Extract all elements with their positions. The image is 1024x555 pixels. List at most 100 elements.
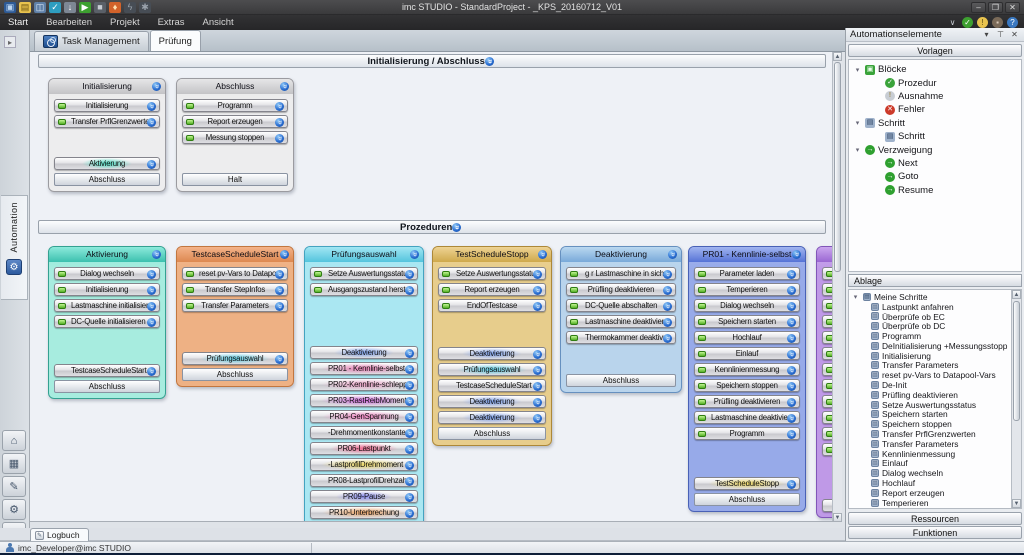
step-button-pr01-kennlinie-selbst[interactable]: PR01 - Kennlinie-selbst» xyxy=(310,362,418,375)
block-pr01-kennlinie-selbst[interactable]: PR01 - Kennlinie-selbst»Parameter laden»… xyxy=(688,246,806,512)
chevron-down-icon[interactable]: » xyxy=(152,250,161,259)
tree-node-kennlinienmessung[interactable]: ▤Kennlinienmessung xyxy=(849,449,1011,459)
block-footer[interactable]: Abschluss xyxy=(182,368,288,381)
step-button-report-erzeugen[interactable]: Report erzeugen» xyxy=(438,283,546,296)
chevron-down-icon[interactable]: » xyxy=(792,250,801,259)
tree-node-prüfling-deaktivieren[interactable]: ▤Prüfling deaktivieren xyxy=(849,390,1011,400)
tree-node-setze-auswertungsstatus[interactable]: ▤Setze Auswertungsstatus xyxy=(849,400,1011,410)
chevron-down-icon[interactable]: » xyxy=(787,318,796,327)
step-button-pr08-lastprofildrehzahl[interactable]: PR08-LastprofilDrehzahl» xyxy=(310,474,418,487)
setup-icon[interactable]: ✎ xyxy=(2,476,26,497)
step-button-setze-auswertungsstatus[interactable]: Setze Auswertungsstatus» xyxy=(438,267,546,280)
chevron-down-icon[interactable]: » xyxy=(787,414,796,423)
chevron-down-icon[interactable]: » xyxy=(147,302,156,311)
step-button-programm[interactable]: Programm» xyxy=(694,427,800,440)
chevron-down-icon[interactable]: » xyxy=(152,82,161,91)
tree-node-meine-schritte[interactable]: ▾▤Meine Schritte xyxy=(849,292,1011,302)
chevron-down-icon[interactable]: » xyxy=(147,367,156,376)
tree-node-thermokammer-deaktivieren[interactable]: ▤Thermokammer deaktivieren xyxy=(849,508,1011,509)
chevron-down-icon[interactable]: » xyxy=(533,302,542,311)
step-button-transfer-prflgrenzwerten[interactable]: Transfer PrflGrenzwerten» xyxy=(54,115,160,128)
tree-node-blöcke[interactable]: ▾▣Blöcke xyxy=(849,63,1021,76)
block-header[interactable]: Aktivierung» xyxy=(49,247,165,262)
tree-node-lastpunkt-anfahren[interactable]: ▤Lastpunkt anfahren xyxy=(849,302,1011,312)
block-header[interactable]: Abschluss» xyxy=(177,79,293,94)
chevron-down-icon[interactable]: » xyxy=(533,414,542,423)
chevron-down-icon[interactable]: » xyxy=(275,355,284,364)
chevron-down-icon[interactable]: » xyxy=(275,302,284,311)
menu-ansicht[interactable]: Ansicht xyxy=(194,15,243,30)
step-button-lastprofildrehmoment[interactable]: -LastprofilDrehmoment» xyxy=(310,458,418,471)
vorlagen-header[interactable]: Vorlagen xyxy=(848,44,1022,57)
chevron-down-icon[interactable]: » xyxy=(275,118,284,127)
chevron-down-icon[interactable]: » xyxy=(275,102,284,111)
collapse-chevron-icon[interactable]: » xyxy=(452,223,461,232)
open-folder-icon[interactable]: ▤ xyxy=(19,2,31,13)
chevron-down-icon[interactable]: » xyxy=(405,365,414,374)
tree-node-deinitialisierung-messungsstopp[interactable]: ▤DeInitialisierung +Messungsstopp xyxy=(849,341,1011,351)
step-button-pr04-genspannung[interactable]: PR04-GenSpannung» xyxy=(310,410,418,423)
stop-icon[interactable]: ■ xyxy=(94,2,106,13)
tree-node-transfer-prflgrenzwerten[interactable]: ▤Transfer PrflGrenzwerten xyxy=(849,429,1011,439)
chevron-down-icon[interactable]: » xyxy=(405,349,414,358)
chevron-down-icon[interactable]: » xyxy=(787,366,796,375)
step-button-initialisierung[interactable]: Initialisierung» xyxy=(54,99,160,112)
tree-node-einlauf[interactable]: ▤Einlauf xyxy=(849,459,1011,469)
step-button-deaktivierung[interactable]: Deaktivierung» xyxy=(438,347,546,360)
chevron-down-icon[interactable]: » xyxy=(533,398,542,407)
step-button-testschedulestopp[interactable]: TestScheduleStopp» xyxy=(694,477,800,490)
settings-icon[interactable]: ✱ xyxy=(139,2,151,13)
tab-pruefung[interactable]: Prüfung xyxy=(150,30,201,51)
step-button-transfer-parameters[interactable]: Transfer Parameters» xyxy=(182,299,288,312)
tree-node-ausnahme[interactable]: !Ausnahme xyxy=(849,90,1021,103)
chevron-down-icon[interactable]: » xyxy=(405,461,414,470)
validate-icon[interactable]: ✓ xyxy=(962,17,973,28)
chevron-down-icon[interactable]: » xyxy=(280,250,289,259)
block-testschedulestopp[interactable]: TestScheduleStopp»Setze Auswertungsstatu… xyxy=(432,246,552,446)
import-icon[interactable]: ↓ xyxy=(64,2,76,13)
chevron-down-icon[interactable]: » xyxy=(405,413,414,422)
sidebar-tab-automation[interactable]: Automation ⚙ xyxy=(1,195,28,300)
chevron-down-icon[interactable]: » xyxy=(405,397,414,406)
step-button-parameter-laden[interactable]: Parameter laden» xyxy=(694,267,800,280)
ressourcen-button[interactable]: Ressourcen xyxy=(848,512,1022,525)
step-button-drehmomentkonstante[interactable]: -Drehmomentkonstante» xyxy=(310,426,418,439)
section-header-initialisierung-abschluss[interactable]: Initialisierung / Abschluss » xyxy=(38,54,826,68)
block-footer[interactable]: Abschluss xyxy=(694,493,800,506)
tree-node-speichern-starten[interactable]: ▤Speichern starten xyxy=(849,410,1011,420)
pin-icon[interactable]: ⊤ xyxy=(995,29,1006,40)
chevron-down-icon[interactable]: ∨ xyxy=(947,17,958,28)
close-icon[interactable]: ✕ xyxy=(1009,29,1020,40)
menu-projekt[interactable]: Projekt xyxy=(101,15,149,30)
panel-icon[interactable]: ▦ xyxy=(2,453,26,474)
tree-node-schritt[interactable]: ▤Schritt xyxy=(849,130,1021,143)
step-button-aktivierung[interactable]: Aktivierung» xyxy=(54,157,160,170)
step-button-setze-auswertungsstatus[interactable]: Setze Auswertungsstatus» xyxy=(310,267,418,280)
chevron-down-icon[interactable]: » xyxy=(275,270,284,279)
tree-node-speichern-stoppen[interactable]: ▤Speichern stoppen xyxy=(849,419,1011,429)
step-button-prüfling-deaktivieren[interactable]: Prüfling deaktivieren» xyxy=(694,395,800,408)
chevron-down-icon[interactable]: ▾ xyxy=(981,29,992,40)
block-aktivierung[interactable]: Aktivierung»Dialog wechseln»Initialisier… xyxy=(48,246,166,399)
tree-node-fehler[interactable]: ✕Fehler xyxy=(849,103,1021,116)
step-button-lastmaschine-deaktivieren[interactable]: Lastmaschine deaktivieren» xyxy=(566,315,676,328)
block-prüfungsauswahl[interactable]: Prüfungsauswahl» Setze Auswertungsstatus»… xyxy=(304,246,424,522)
chevron-down-icon[interactable]: » xyxy=(787,480,796,489)
block-deaktivierung[interactable]: Deaktivierung»g r Lastmaschine in sicher… xyxy=(560,246,682,393)
tab-task-management[interactable]: Task Management xyxy=(34,31,149,51)
block-header[interactable]: TestcaseScheduleStart» xyxy=(177,247,293,262)
chevron-down-icon[interactable]: » xyxy=(410,250,419,259)
lightning-icon[interactable]: ϟ xyxy=(124,2,136,13)
block-footer[interactable]: Abschluss xyxy=(54,380,160,393)
block-initialisierung[interactable]: Initialisierung»Initialisierung»Transfer… xyxy=(48,78,166,192)
tree-node-de-init[interactable]: ▤De-Init xyxy=(849,380,1011,390)
block-footer[interactable]: Abschluss xyxy=(438,427,546,440)
chevron-down-icon[interactable]: » xyxy=(405,270,414,279)
block-header[interactable]: Prüfungsauswahl» xyxy=(305,247,423,262)
chevron-down-icon[interactable]: » xyxy=(275,286,284,295)
tree-node-next[interactable]: →Next xyxy=(849,157,1021,170)
menu-extras[interactable]: Extras xyxy=(149,15,194,30)
chevron-down-icon[interactable]: » xyxy=(280,82,289,91)
tree-node-prozedur[interactable]: ✓Prozedur xyxy=(849,76,1021,89)
tree-vertical-scrollbar[interactable]: ▲ ▼ xyxy=(1011,290,1021,508)
